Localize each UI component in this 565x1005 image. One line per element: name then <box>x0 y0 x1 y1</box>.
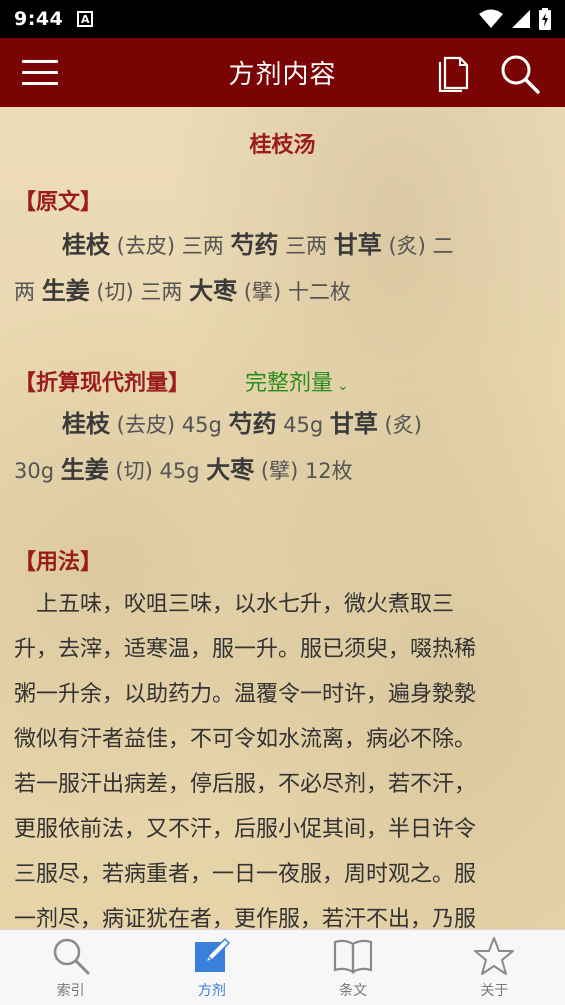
herb-note: (炙) 二 <box>381 234 454 258</box>
usage-line: 升，去滓，适寒温，服一升。服已须臾，啜热稀 <box>14 637 477 662</box>
full-dose-dropdown[interactable]: 完整剂量 ⌄ <box>245 365 349 397</box>
herb: 生姜 <box>41 277 90 305</box>
herb-note: 两 <box>14 280 42 304</box>
herb: 桂枝 <box>62 410 110 438</box>
tab-index[interactable]: 索引 <box>0 930 141 1005</box>
usage-line: 粥一升余，以助药力。温覆令一时许，遍身漐漐 <box>14 682 477 707</box>
original-text-heading: 【原文】 <box>14 190 103 215</box>
tab-label: 条文 <box>339 983 368 999</box>
herb-note: (去皮) 三两 <box>110 234 231 258</box>
herb: 芍药 <box>228 410 277 438</box>
usage-line: 更服依前法，又不汗，后服小促其间，半日许令 <box>14 817 477 842</box>
modern-dose-text: 桂枝 (去皮) 45g 芍药 45g 甘草 (炙) 30g 生姜 (切) 45g… <box>14 401 549 493</box>
wifi-icon <box>479 9 503 28</box>
search-icon <box>53 938 90 975</box>
tab-label: 关于 <box>480 983 509 999</box>
search-icon[interactable] <box>499 54 541 94</box>
usage-line: 一剂尽，病证犹在者，更作服，若汗不出，乃服 <box>14 907 477 929</box>
herb-note: 30g <box>14 459 61 483</box>
star-icon <box>474 937 515 975</box>
battery-icon <box>539 8 551 30</box>
herb: 桂枝 <box>62 231 110 259</box>
usage-line: 若一服汗出病差，停后服，不必尽剂，若不汗， <box>14 772 477 797</box>
usage-line: 微似有汗者益佳，不可令如水流离，病必不除。 <box>14 727 477 752</box>
herb-note: (炙) <box>377 413 422 437</box>
herb-note: (擘) 12枚 <box>254 459 353 483</box>
edit-icon <box>194 937 230 972</box>
notification-icon: A <box>77 11 94 27</box>
herb-note: (去皮) 45g <box>110 413 229 437</box>
book-icon <box>334 939 373 974</box>
bottom-tab-bar: 索引 方剂 条文 关于 <box>0 929 565 1005</box>
herb: 甘草 <box>333 231 382 259</box>
modern-dose-heading: 【折算现代剂量】 <box>14 371 191 396</box>
full-dose-label: 完整剂量 <box>245 371 334 396</box>
status-bar: 9:44 A <box>0 0 565 38</box>
status-time: 9:44 <box>14 8 64 30</box>
formula-content[interactable]: 桂枝汤 【原文】 桂枝 (去皮) 三两 芍药 三两 甘草 (炙) 二 两 生姜 … <box>0 107 565 929</box>
tab-about[interactable]: 关于 <box>424 930 565 1005</box>
herb: 大枣 <box>206 456 255 484</box>
original-line-1: 桂枝 (去皮) 三两 芍药 三两 甘草 (炙) 二 <box>14 222 549 268</box>
original-text: 桂枝 (去皮) 三两 芍药 三两 甘草 (炙) 二 两 生姜 (切) 三两 大枣… <box>14 222 549 314</box>
original-line-2: 两 生姜 (切) 三两 大枣 (擘) 十二枚 <box>14 268 549 314</box>
usage-line: 三服尽，若病重者，一日一夜服，周时观之。服 <box>14 862 477 887</box>
herb-note: (擘) 十二枚 <box>237 280 351 304</box>
herb: 大枣 <box>189 277 238 305</box>
tab-formula[interactable]: 方剂 <box>141 930 282 1005</box>
formula-name: 桂枝汤 <box>249 133 316 158</box>
tab-label: 索引 <box>56 983 85 999</box>
document-icon[interactable] <box>436 54 470 92</box>
page-title: 方剂内容 <box>228 60 337 90</box>
herb-note: (切) 45g <box>108 459 207 483</box>
herb: 甘草 <box>329 410 378 438</box>
status-icons <box>479 8 551 30</box>
tab-label: 方剂 <box>197 983 226 999</box>
tab-articles[interactable]: 条文 <box>283 930 424 1005</box>
herb-note: 三两 <box>278 234 334 258</box>
app-bar: 方剂内容 <box>0 38 565 107</box>
herb: 生姜 <box>60 456 109 484</box>
modern-line-2: 30g 生姜 (切) 45g 大枣 (擘) 12枚 <box>14 447 549 493</box>
usage-text: 上五味，㕮咀三味，以水七升，微火煮取三 升，去滓，适寒温，服一升。服已须臾，啜热… <box>14 582 554 929</box>
usage-heading: 【用法】 <box>14 550 103 575</box>
herb-note: 45g <box>276 413 330 437</box>
chevron-down-icon: ⌄ <box>337 378 349 394</box>
herb: 芍药 <box>230 231 279 259</box>
herb-note: (切) 三两 <box>89 280 190 304</box>
signal-icon <box>512 10 530 28</box>
modern-line-1: 桂枝 (去皮) 45g 芍药 45g 甘草 (炙) <box>14 401 549 447</box>
usage-line: 上五味，㕮咀三味，以水七升，微火煮取三 <box>14 592 455 617</box>
